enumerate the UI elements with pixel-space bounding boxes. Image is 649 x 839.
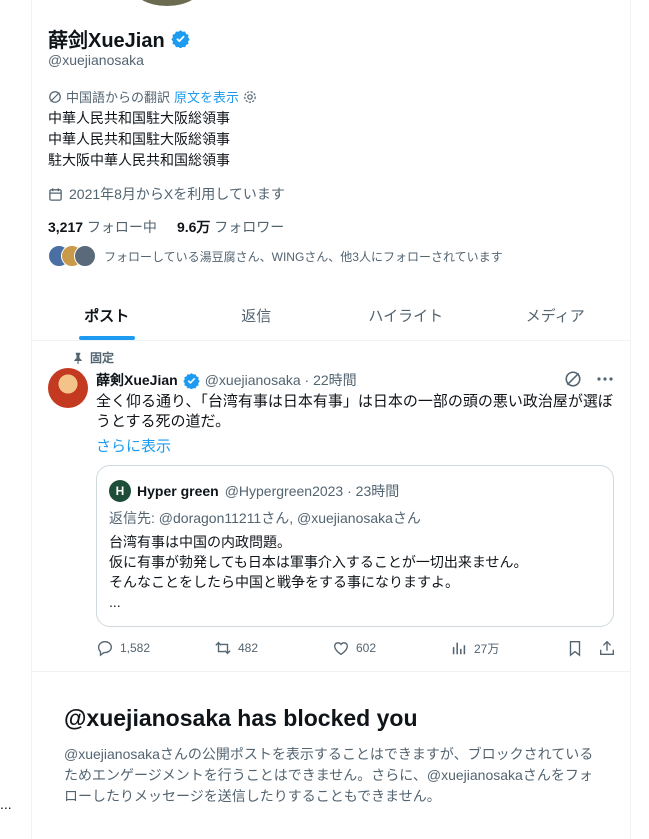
quote-handle-time: @Hypergreen2023 · 23時間 <box>224 483 400 499</box>
quote-line: そんなことをしたら中国と戦争をする事になりますよ。 <box>109 574 459 590</box>
translation-row: 中国語からの翻訳 原文を表示 <box>48 87 257 106</box>
pinned-label: 固定 <box>90 351 115 365</box>
repost-count: 482 <box>238 641 259 655</box>
post-top-actions <box>564 370 614 388</box>
quote-line: ... <box>109 594 121 610</box>
tab-label: ハイライト <box>368 307 444 325</box>
post-action-bar: 1,582 482 602 27万 <box>96 639 616 657</box>
post-author-name[interactable]: 薛剣XueJian <box>96 370 178 390</box>
followed-by-text: フォローしている湯豆腐さん、WINGさん、他3人にフォローされています <box>104 249 503 264</box>
joined-text: 2021年8月からXを利用しています <box>69 186 285 202</box>
post-header: 薛剣XueJian @xuejianosaka · 22時間 <box>96 370 357 390</box>
show-original-link[interactable]: 原文を表示 <box>174 87 239 106</box>
reply-icon <box>96 639 114 657</box>
reply-button[interactable]: 1,582 <box>96 639 214 657</box>
bookmark-icon[interactable] <box>566 639 584 657</box>
pinned-post[interactable]: 固定 薛剣XueJian @xuejianosaka · 22時間 全く仰る通り… <box>32 341 630 672</box>
translate-icon[interactable] <box>564 370 582 388</box>
calendar-icon <box>48 187 63 202</box>
blocked-description: @xuejianosakaさんの公開ポストを表示することはできますが、ブロックさ… <box>64 746 594 804</box>
avatar[interactable] <box>48 368 88 408</box>
avatar <box>74 245 96 267</box>
tab-label: 返信 <box>241 307 272 325</box>
profile-tabs: ポスト 返信 ハイライト メディア <box>32 290 630 341</box>
followers-link[interactable]: 9.6万 フォロワー <box>177 217 284 237</box>
avatar: H <box>109 480 131 502</box>
post-extra-actions <box>566 639 616 657</box>
views-button[interactable]: 27万 <box>450 639 566 657</box>
profile-name-row: 薛剑XueJian <box>48 24 190 53</box>
active-tab-indicator <box>78 336 135 340</box>
profile-handle: @xuejianosaka <box>48 52 144 68</box>
quoted-post[interactable]: H Hyper green @Hypergreen2023 · 23時間 返信先… <box>96 465 614 627</box>
verified-badge-icon <box>171 29 190 48</box>
post-handle-time: @xuejianosaka · 22時間 <box>204 372 357 388</box>
profile-name: 薛剑XueJian <box>48 30 165 52</box>
follower-avatars <box>48 245 96 267</box>
bio-line: 中華人民共和国駐大阪総領事 <box>48 131 230 147</box>
quote-header: H Hyper green @Hypergreen2023 · 23時間 <box>109 480 399 502</box>
quote-text: 台湾有事は中国の内政問題。 仮に有事が勃発しても日本は軍事介入することが一切出来… <box>109 532 527 612</box>
pin-icon <box>72 352 84 364</box>
left-edge-ellipsis: ... <box>0 796 12 812</box>
tab-replies[interactable]: 返信 <box>182 290 332 340</box>
profile-avatar[interactable] <box>132 0 202 6</box>
followers-you-know[interactable]: フォローしている湯豆腐さん、WINGさん、他3人にフォローされています <box>48 245 503 267</box>
post-text: 全く仰る通り、「台湾有事は日本有事」は日本の一部の頭の悪い政治屋が選ぼうとする死… <box>96 393 613 430</box>
quote-line: 台湾有事は中国の内政問題。 <box>109 534 291 550</box>
blocked-notice: @xuejianosaka has blocked you @xuejianos… <box>64 705 604 807</box>
followers-count: 9.6万 <box>176 219 211 235</box>
repost-button[interactable]: 482 <box>214 639 332 657</box>
views-chart-icon <box>450 639 468 657</box>
show-more-link[interactable]: さらに表示 <box>96 435 171 456</box>
following-count: 3,217 <box>48 219 84 235</box>
like-button[interactable]: 602 <box>332 639 450 657</box>
profile-bio: 中華人民共和国駐大阪総領事 中華人民共和国駐大阪総領事 駐大阪中華人民共和国総領… <box>48 108 230 171</box>
quote-author-name: Hyper green <box>137 483 219 499</box>
tab-label: ポスト <box>84 307 130 325</box>
tab-media[interactable]: メディア <box>481 290 631 340</box>
pinned-label-row: 固定 <box>72 349 114 366</box>
quote-reply-to: 返信先: @doragon11211さん, @xuejianosakaさん <box>109 510 421 526</box>
joined-date: 2021年8月からXを利用しています <box>48 184 285 204</box>
bio-line: 駐大阪中華人民共和国総領事 <box>48 152 230 168</box>
follow-stats: 3,217 フォロー中 9.6万 フォロワー <box>48 217 284 237</box>
quote-line: 仮に有事が勃発しても日本は軍事介入することが一切出来ません。 <box>109 554 528 570</box>
translate-icon <box>48 90 62 104</box>
profile-column: 薛剑XueJian @xuejianosaka 中国語からの翻訳 原文を表示 中… <box>31 0 631 839</box>
repost-icon <box>214 639 232 657</box>
translation-note: 中国語からの翻訳 <box>66 90 171 105</box>
verified-badge-icon <box>182 372 200 389</box>
followers-label: フォロワー <box>214 219 285 235</box>
like-count: 602 <box>356 641 377 655</box>
following-link[interactable]: 3,217 フォロー中 <box>48 217 157 237</box>
more-options-icon[interactable] <box>596 370 614 388</box>
reply-count: 1,582 <box>120 641 151 655</box>
views-count: 27万 <box>474 641 500 656</box>
share-icon[interactable] <box>598 639 616 657</box>
heart-icon <box>332 639 350 657</box>
following-label: フォロー中 <box>86 219 157 235</box>
blocked-title: @xuejianosaka has blocked you <box>64 705 418 731</box>
tab-label: メディア <box>525 307 585 325</box>
bio-line: 中華人民共和国駐大阪総領事 <box>48 110 230 126</box>
tab-posts[interactable]: ポスト <box>32 290 182 340</box>
tab-highlights[interactable]: ハイライト <box>331 290 481 340</box>
translation-settings-icon[interactable] <box>243 90 257 104</box>
